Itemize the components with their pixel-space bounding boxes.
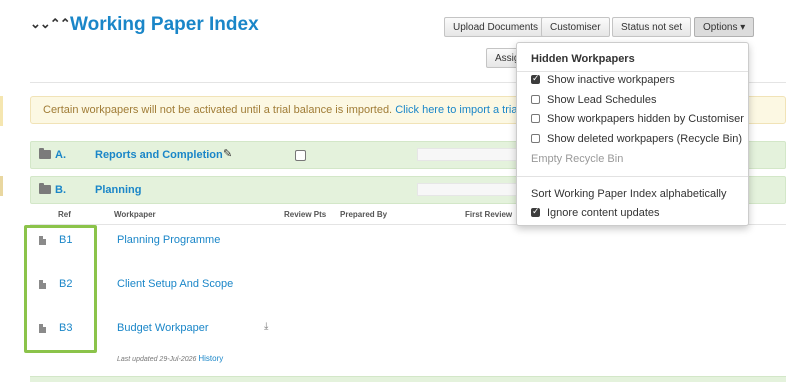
history-link[interactable]: History [198,354,223,363]
folder-closed-icon [39,148,51,159]
last-updated-note: Last updated 29-Jul-2026 History [117,354,223,363]
section-a-letter: A. [55,149,66,161]
checkbox[interactable] [531,134,540,143]
options-dropdown-menu: Hidden Workpapers Show inactive workpape… [516,42,749,226]
folder-open-icon [39,183,51,194]
empty-recycle-bin-option: Empty Recycle Bin [531,153,624,165]
collapse-expand-icons[interactable]: ⌄⌄⌃⌃ [30,16,71,32]
column-first-review: First Review [465,210,513,219]
edit-pencil-icon[interactable]: ✎ [223,147,232,160]
left-edge-stripe-2 [0,176,3,196]
menu-divider [517,176,748,177]
show-lead-schedules-option[interactable]: Show Lead Schedules [531,94,656,106]
checkbox[interactable] [531,95,540,104]
column-prepared-by: Prepared By [340,210,388,219]
next-section-edge [30,376,786,382]
status-button[interactable]: Status not set [612,17,692,37]
hidden-workpapers-heading: Hidden Workpapers [531,53,635,65]
section-b-name[interactable]: Planning [95,184,141,196]
collapse-all-icon[interactable]: ⌄⌄ [30,16,51,31]
expand-all-icon[interactable]: ⌃⌃ [50,16,71,31]
checkbox[interactable] [531,114,540,123]
checkbox-checked[interactable] [531,73,540,84]
sort-alphabetically-option[interactable]: Sort Working Paper Index alphabetically [531,188,726,200]
show-deleted-option[interactable]: Show deleted workpapers (Recycle Bin) [531,133,742,145]
options-button[interactable]: Options ▾ [694,17,755,37]
menu-divider [517,71,748,72]
left-edge-stripe [0,96,3,126]
column-workpaper: Workpaper [114,210,156,219]
ref-highlight-box [24,225,97,353]
ignore-content-updates-option[interactable]: Ignore content updates [531,206,660,219]
customiser-button[interactable]: Customiser [541,17,610,37]
column-ref: Ref [58,210,71,219]
show-hidden-by-customiser-option[interactable]: Show workpapers hidden by Customiser [531,113,744,125]
row-workpaper-name[interactable]: Client Setup And Scope [117,278,233,290]
last-updated-text: Last updated 29-Jul-2026 [117,356,197,363]
page-title: Working Paper Index [70,14,259,35]
show-inactive-option[interactable]: Show inactive workpapers [531,73,675,86]
alert-text: Certain workpapers will not be activated… [43,104,393,116]
row-workpaper-name[interactable]: Planning Programme [117,234,220,246]
section-a-checkbox[interactable] [295,150,306,161]
checkbox-checked[interactable] [531,206,540,217]
download-icon[interactable]: ⤓ [264,321,268,332]
section-a-name[interactable]: Reports and Completion [95,149,223,161]
section-b-letter: B. [55,184,66,196]
upload-documents-button[interactable]: Upload Documents [444,17,548,37]
row-workpaper-name[interactable]: Budget Workpaper [117,322,209,334]
column-review-pts: Review Pts [284,210,327,219]
